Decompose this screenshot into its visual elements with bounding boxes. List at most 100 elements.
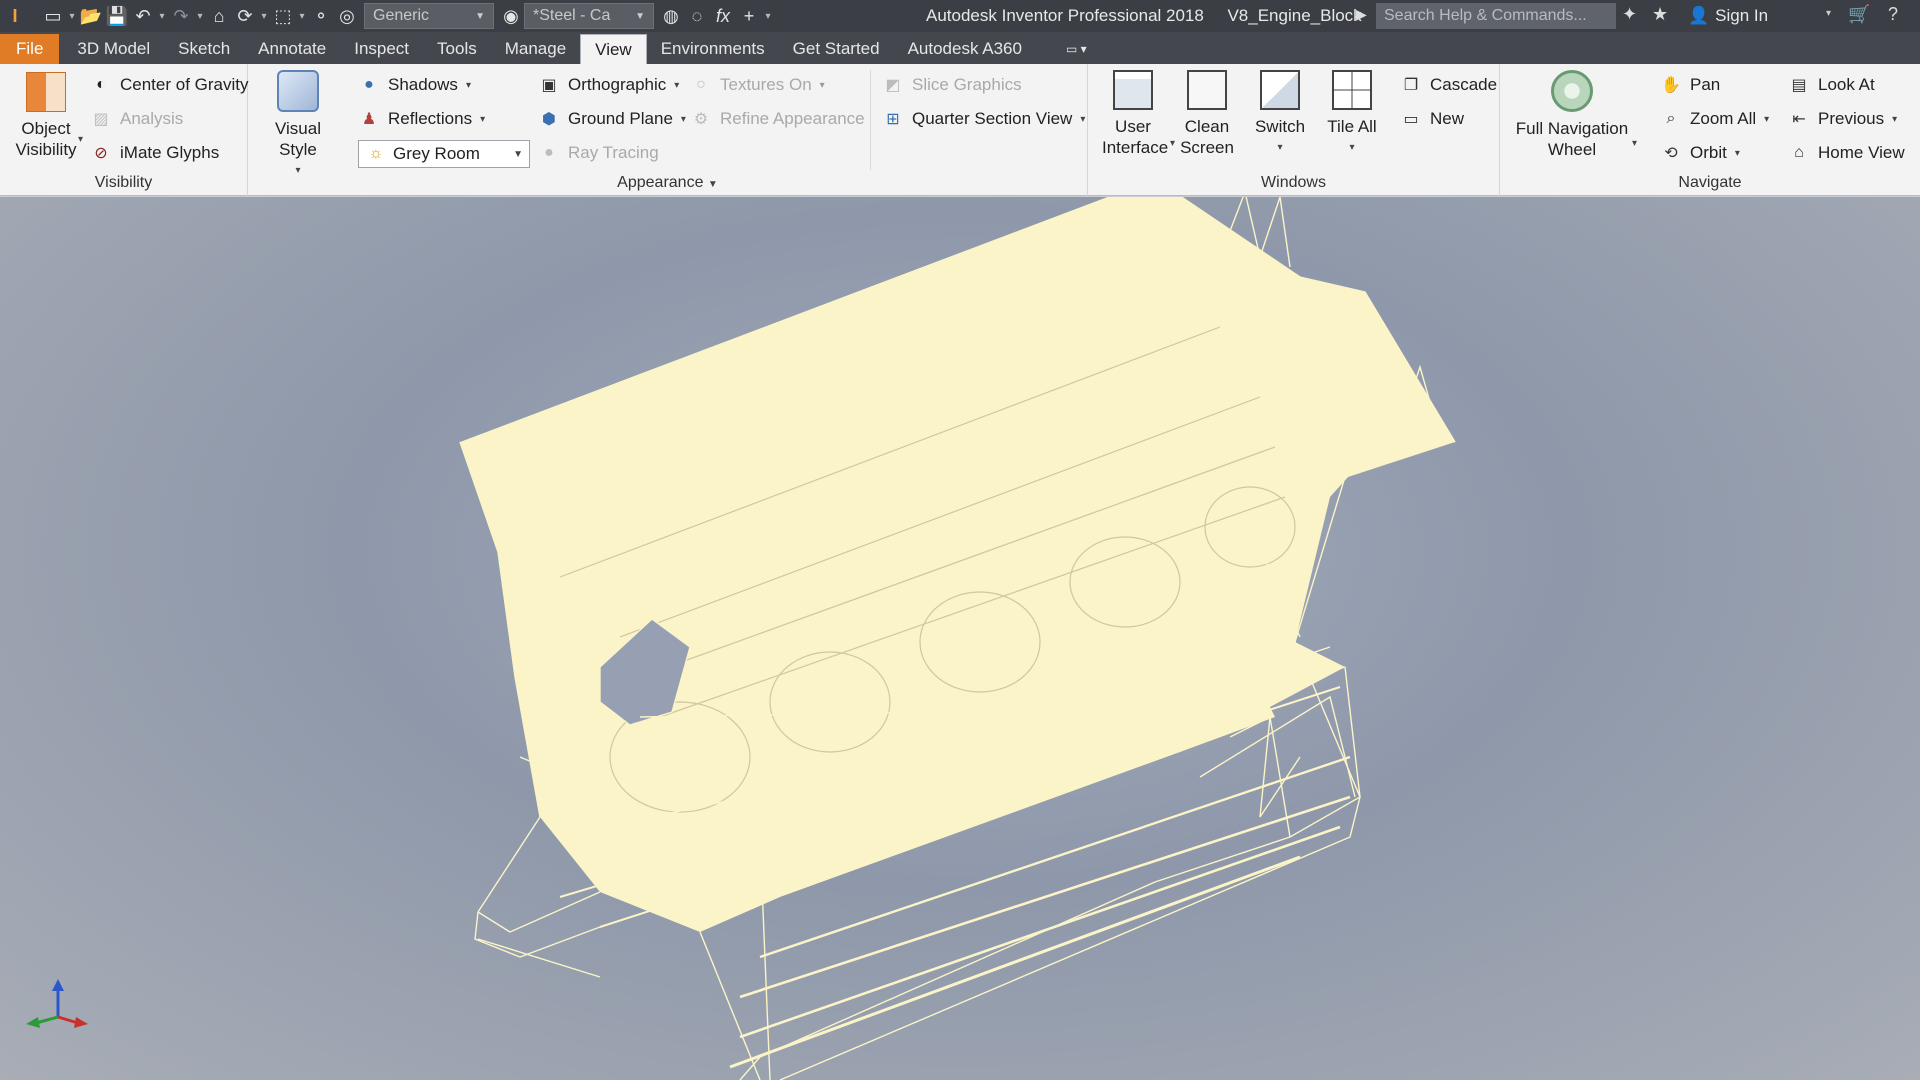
search-expand-icon[interactable]: ▶ xyxy=(1356,6,1367,23)
new-window-icon: ▭ xyxy=(1403,111,1419,128)
update-dropdown-caret[interactable]: ▾ xyxy=(258,11,270,22)
user-interface-button[interactable]: User Interface xyxy=(1102,70,1168,158)
redo-icon[interactable]: ↷ xyxy=(168,3,194,29)
adjust-icon[interactable]: ◍ xyxy=(658,3,684,29)
zoom-all-caret: ▾ xyxy=(1764,113,1770,125)
sign-in-button[interactable]: 👤 Sign In xyxy=(1688,0,1768,32)
customize-qa-caret[interactable]: ▾ xyxy=(762,11,774,22)
quarter-section-icon: ⊞ xyxy=(886,111,900,128)
orthographic-label: Orthographic xyxy=(568,75,667,94)
tab-get-started[interactable]: Get Started xyxy=(779,34,894,64)
navigation-wheel-caret[interactable]: ▾ xyxy=(1632,138,1637,149)
update-icon[interactable]: ⟳ xyxy=(232,3,258,29)
chevron-down-icon: ▼ xyxy=(707,179,718,190)
quarter-section-view-button[interactable]: ⊞ Quarter Section View ▾ xyxy=(882,104,1085,134)
user-interface-caret[interactable]: ▾ xyxy=(1170,138,1175,149)
tab-tools[interactable]: Tools xyxy=(423,34,491,64)
reflections-button[interactable]: ♟ Reflections ▾ xyxy=(358,104,485,134)
previous-view-button[interactable]: ⇤ Previous ▾ xyxy=(1788,104,1897,134)
visual-style-button[interactable]: Visual Style ▾ xyxy=(258,70,338,181)
save-icon[interactable]: 💾 xyxy=(104,3,130,29)
tab-file[interactable]: File xyxy=(0,34,60,64)
orthographic-icon: ▣ xyxy=(541,77,557,94)
panel-visibility-label: Visibility xyxy=(94,174,153,191)
analysis-label: Analysis xyxy=(120,109,184,128)
tab-inspect[interactable]: Inspect xyxy=(340,34,423,64)
new-dropdown-caret[interactable]: ▾ xyxy=(66,11,78,22)
tab-view[interactable]: View xyxy=(580,34,647,64)
redo-dropdown-caret[interactable]: ▾ xyxy=(194,11,206,22)
select-icon[interactable]: ⬚ xyxy=(270,3,296,29)
home-view-button[interactable]: ⌂ Home View xyxy=(1788,138,1904,168)
lighting-style-value: Grey Room xyxy=(393,144,480,163)
panel-appearance-label[interactable]: Appearance ▼ xyxy=(248,174,1087,192)
color-wheel-icon[interactable]: ◎ xyxy=(334,3,360,29)
clean-screen-button[interactable]: Clean Screen xyxy=(1176,70,1238,158)
zoom-all-icon: ⌕ xyxy=(1666,110,1676,127)
tab-sketch[interactable]: Sketch xyxy=(164,34,244,64)
ribbon-options-toggle[interactable]: ▭ ▾ xyxy=(1052,34,1101,64)
material-combo[interactable]: *Steel - Ca ▼ xyxy=(524,3,654,29)
tab-environments[interactable]: Environments xyxy=(647,34,779,64)
analysis-button[interactable]: ▨ Analysis xyxy=(90,104,183,134)
ray-tracing-button[interactable]: ● Ray Tracing xyxy=(538,138,659,168)
measure-icon[interactable]: ⚬ xyxy=(308,3,334,29)
shadows-icon: ● xyxy=(364,76,374,93)
refine-appearance-icon: ⚙ xyxy=(693,111,709,128)
add-icon[interactable]: + xyxy=(736,3,762,29)
home-icon[interactable]: ⌂ xyxy=(206,3,232,29)
inventor-logo-icon[interactable]: I xyxy=(0,3,30,29)
tab-autodesk-a360[interactable]: Autodesk A360 xyxy=(894,34,1036,64)
tab-manage[interactable]: Manage xyxy=(491,34,580,64)
tab-3d-model[interactable]: 3D Model xyxy=(63,34,164,64)
engine-block-wireframe-model[interactable] xyxy=(0,197,1920,1080)
engine-body-silhouette xyxy=(460,197,1455,932)
orbit-caret: ▾ xyxy=(1734,147,1740,159)
tile-all-icon xyxy=(1332,70,1372,110)
help-icon[interactable]: ? xyxy=(1888,4,1898,25)
object-visibility-caret[interactable]: ▾ xyxy=(78,134,83,145)
clear-appearance-icon[interactable]: ◌ xyxy=(684,3,710,29)
parameters-icon[interactable]: fx xyxy=(710,3,736,29)
search-binoculars-icon[interactable]: ✦ xyxy=(1622,4,1637,25)
favorites-star-icon[interactable]: ★ xyxy=(1652,4,1668,25)
navigation-wheel-icon xyxy=(1551,70,1593,112)
help-search-input[interactable]: Search Help & Commands... xyxy=(1376,3,1616,29)
sign-in-dropdown-caret[interactable]: ▾ xyxy=(1826,8,1831,19)
appearance-icon[interactable]: ◉ xyxy=(498,3,524,29)
graphics-viewport[interactable] xyxy=(0,197,1920,1080)
new-window-button[interactable]: ▭ New xyxy=(1400,104,1464,134)
cascade-button[interactable]: ❐ Cascade xyxy=(1400,70,1497,100)
lighting-style-combo[interactable]: ☼ Grey Room ▼ xyxy=(358,140,530,168)
imate-glyphs-icon: ⊘ xyxy=(94,145,108,162)
full-navigation-wheel-button[interactable]: Full Navigation Wheel xyxy=(1508,70,1636,160)
center-of-gravity-button[interactable]: ◐ Center of Gravity xyxy=(90,70,248,100)
select-dropdown-caret[interactable]: ▾ xyxy=(296,11,308,22)
undo-dropdown-caret[interactable]: ▾ xyxy=(156,11,168,22)
cart-icon[interactable]: 🛒 xyxy=(1848,4,1870,25)
triad-x-axis xyxy=(57,1015,79,1025)
tile-all-button[interactable]: Tile All ▾ xyxy=(1322,70,1382,158)
orthographic-button[interactable]: ▣ Orthographic ▾ xyxy=(538,70,679,100)
pan-button[interactable]: ✋ Pan xyxy=(1660,70,1720,100)
orbit-button[interactable]: ⟲ Orbit ▾ xyxy=(1660,138,1740,168)
ground-plane-button[interactable]: ⬢ Ground Plane ▾ xyxy=(538,104,686,134)
appearance-separator xyxy=(870,70,871,170)
look-at-button[interactable]: ▤ Look At xyxy=(1788,70,1874,100)
style-combo[interactable]: Generic ▼ xyxy=(364,3,494,29)
chevron-down-icon: ▼ xyxy=(635,10,645,22)
textures-on-button[interactable]: ○ Textures On ▾ xyxy=(690,70,825,100)
tab-annotate[interactable]: Annotate xyxy=(244,34,340,64)
cascade-label: Cascade xyxy=(1430,75,1498,94)
open-folder-icon[interactable]: 📂 xyxy=(78,3,104,29)
new-file-icon[interactable]: ▭ xyxy=(40,3,66,29)
shadows-button[interactable]: ● Shadows ▾ xyxy=(358,70,471,100)
full-navigation-wheel-label: Full Navigation Wheel xyxy=(1515,119,1629,159)
undo-icon[interactable]: ↶ xyxy=(130,3,156,29)
imate-glyphs-button[interactable]: ⊘ iMate Glyphs xyxy=(90,138,219,168)
slice-graphics-button[interactable]: ◩ Slice Graphics xyxy=(882,70,1021,100)
zoom-all-button[interactable]: ⌕ Zoom All ▾ xyxy=(1660,104,1770,134)
switch-button[interactable]: Switch ▾ xyxy=(1250,70,1310,158)
refine-appearance-button[interactable]: ⚙ Refine Appearance xyxy=(690,104,865,134)
object-visibility-button[interactable]: Object Visibility xyxy=(8,72,84,160)
